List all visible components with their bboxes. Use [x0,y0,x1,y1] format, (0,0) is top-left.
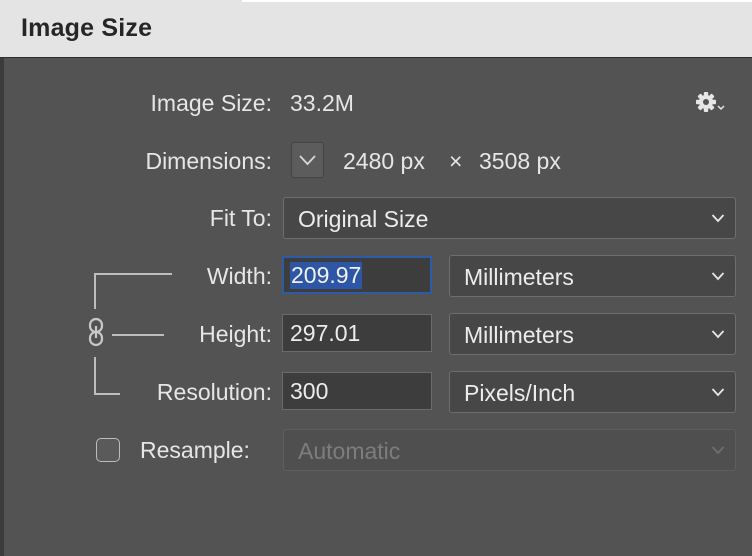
height-input[interactable]: 297.01 [282,314,432,352]
left-edge-divider [0,58,4,556]
constraint-bracket-upper [94,273,96,309]
constrain-proportions-button[interactable] [86,317,106,347]
dimensions-width-value: 2480 px [343,148,425,174]
height-label: Height: [199,321,272,347]
chevron-down-icon [711,446,725,455]
width-unit-value: Millimeters [464,264,574,290]
chevron-down-icon [711,214,725,223]
height-unit-value: Millimeters [464,322,574,348]
dialog-body [0,58,752,556]
resolution-unit-select[interactable]: Pixels/Inch [449,371,736,413]
fit-to-selected-value: Original Size [298,206,429,232]
resample-label: Resample: [140,437,250,463]
titlebar-highlight [242,0,752,2]
resample-method-value: Automatic [298,438,401,464]
resample-method-select: Automatic [283,429,736,471]
resolution-input-value: 300 [290,378,329,404]
dimensions-separator: × [449,148,463,174]
dimensions-height-value: 3508 px [479,148,561,174]
fit-to-label: Fit To: [209,205,272,231]
chevron-down-icon [299,155,316,166]
chevron-down-icon [711,272,725,281]
height-input-value: 297.01 [290,320,361,346]
width-label: Width: [206,263,272,289]
link-icon [88,317,104,347]
constraint-bracket-bottom [94,393,120,395]
width-input[interactable]: 209.97 [282,256,432,294]
width-unit-select[interactable]: Millimeters [449,255,736,297]
chevron-down-icon [711,388,725,397]
chevron-down-icon [711,330,725,339]
fit-to-select[interactable]: Original Size [283,197,736,239]
settings-menu-button[interactable] [694,88,730,116]
dimensions-label: Dimensions: [145,148,272,174]
height-unit-select[interactable]: Millimeters [449,313,736,355]
width-input-value: 209.97 [290,262,363,289]
dimensions-unit-toggle[interactable] [291,142,324,178]
dialog-title: Image Size [21,14,153,42]
image-size-label: Image Size: [150,90,272,116]
resolution-label: Resolution: [156,379,272,405]
resolution-unit-value: Pixels/Inch [464,380,576,406]
gear-icon [696,92,725,112]
dialog-titlebar: Image Size [0,0,752,58]
image-size-value: 33.2M [290,90,354,116]
resample-checkbox[interactable] [96,438,120,462]
resolution-input[interactable]: 300 [282,372,432,410]
constraint-bracket-lower [94,357,96,395]
